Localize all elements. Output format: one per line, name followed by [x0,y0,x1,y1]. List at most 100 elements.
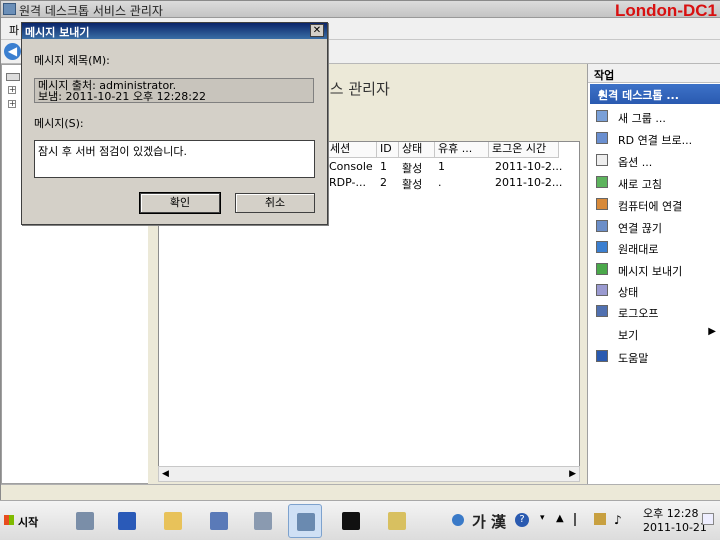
menu-file[interactable]: 파 [9,22,19,38]
action-options[interactable]: 옵션 ... [588,151,720,171]
action-rd-broker[interactable]: RD 연결 브로... [588,129,720,149]
help-icon [596,350,608,362]
action-label: 보기 [618,329,639,342]
list-horizontal-scrollbar[interactable]: ◀ ▶ [158,466,580,482]
action-label: 로그오프 [618,307,659,320]
column-id[interactable]: ID [377,142,399,158]
action-connect-computer[interactable]: 컴퓨터에 연결 [588,195,720,215]
taskbar-powershell[interactable] [110,504,144,538]
session-idle: 1 [438,160,445,173]
options-icon [596,154,608,166]
help-icon[interactable]: ? [515,513,529,527]
action-send-message[interactable]: 메시지 보내기 [588,260,720,280]
rds-manager-icon [297,513,315,531]
expand-icon[interactable]: + [8,100,16,108]
column-state[interactable]: 상태 [399,142,435,158]
send-message-dialog: 메시지 보내기 ✕ 메시지 제목(M): 메시지 출처: administrat… [21,22,328,225]
flag-icon[interactable] [574,513,586,526]
taskbar-rds-manager[interactable] [288,504,322,538]
windows-logo-icon [4,515,14,525]
folder-icon [164,512,182,530]
actions-section-header[interactable]: 원격 데스크톱 ... ▲ [590,84,720,104]
start-label: 시작 [18,516,39,529]
session-id: 1 [380,160,387,173]
session-id: 2 [380,176,387,189]
refresh-icon [596,176,608,188]
message-input[interactable]: 잠시 후 서버 점검이 있겠습니다. [34,140,315,178]
ime-indicator[interactable]: 가 漢 [472,511,506,532]
taskbar: 시작 가 漢 ? ▾ ▲ ♪ 오후 12:28 2011-10-21 [0,500,720,540]
expand-icon[interactable]: + [8,86,16,94]
status-bar [1,484,720,501]
session-idle: . [438,176,442,189]
volume-icon[interactable]: ♪ [614,513,622,527]
computer-icon [6,73,20,81]
package-icon [388,512,406,530]
dialog-title-bar: 메시지 보내기 ✕ [22,23,327,39]
close-icon[interactable]: ✕ [310,24,324,37]
window-title: 원격 데스크톱 서비스 관리자 [19,4,163,18]
taskbar-explorer[interactable] [156,504,190,538]
message-label: 메시지(S): [34,117,84,130]
language-icon[interactable] [452,514,464,526]
disconnect-icon [596,220,608,232]
clock-date[interactable]: 2011-10-21 [643,521,707,534]
scroll-left-icon[interactable]: ◀ [162,469,169,479]
action-label: 연결 끊기 [618,222,662,235]
broker-icon [596,132,608,144]
network-icon [210,512,228,530]
network-tray-icon[interactable] [594,513,606,525]
session-name[interactable]: RDP-... [329,176,366,189]
action-disconnect[interactable]: 연결 끊기 [588,217,720,237]
message-title-label: 메시지 제목(M): [34,54,110,67]
taskbar-app-3[interactable] [380,504,414,538]
action-label: 컴퓨터에 연결 [618,200,683,213]
action-label: 원래대로 [618,243,659,256]
title-bar: 원격 데스크톱 서비스 관리자 London-DC1 [1,1,720,20]
taskbar-app-1[interactable] [202,504,236,538]
console-icon [342,512,360,530]
column-idle[interactable]: 유휴 ... [435,142,489,158]
action-label: 메시지 보내기 [618,265,683,278]
action-status[interactable]: 상태 [588,281,720,301]
action-label: 옵션 ... [618,156,653,169]
taskbar-app-2[interactable] [246,504,280,538]
scroll-right-icon[interactable]: ▶ [569,469,576,479]
taskbar-server-manager[interactable] [68,504,102,538]
ime-options-icon[interactable]: ▾ [540,513,545,523]
action-label: 도움말 [618,352,649,365]
reset-icon [596,241,608,253]
actions-header-label: 작업 [594,69,615,82]
action-help[interactable]: 도움말 [588,347,720,367]
logoff-icon [596,305,608,317]
session-name[interactable]: Console [329,160,373,173]
session-logon: 2011-10-2... [495,160,563,173]
action-view[interactable]: 보기 ▶ [588,324,720,344]
session-logon: 2011-10-2... [495,176,563,189]
group-icon [596,110,608,122]
cancel-button[interactable]: 취소 [235,193,315,213]
column-logon-time[interactable]: 로그온 시간 [489,142,559,158]
actions-header: 작업 [588,64,720,83]
status-icon [596,284,608,296]
submenu-arrow-icon: ▶ [708,326,716,337]
collapse-icon[interactable]: ▲ [598,88,716,98]
action-logoff[interactable]: 로그오프 [588,302,720,322]
action-label: RD 연결 브로... [618,134,693,147]
taskbar-cmd[interactable] [334,504,368,538]
column-session[interactable]: 세션 [327,142,377,158]
connect-icon [596,198,608,210]
message-title-field: 메시지 출처: administrator. 보냄: 2011-10-21 오후… [34,78,314,103]
back-arrow-icon[interactable]: ◀ [4,43,21,60]
ok-button[interactable]: 확인 [139,192,221,214]
action-new-group[interactable]: 새 그룹 ... [588,107,720,127]
action-label: 새 그룹 ... [618,112,666,125]
clock-time[interactable]: 오후 12:28 [643,505,698,521]
action-refresh[interactable]: 새로 고침 [588,173,720,193]
action-reset[interactable]: 원래대로 [588,238,720,258]
start-button[interactable]: 시작 [2,509,46,533]
show-hidden-icons[interactable]: ▲ [556,513,564,524]
show-desktop-icon[interactable] [702,513,714,525]
server-manager-icon [76,512,94,530]
tools-icon [254,512,272,530]
